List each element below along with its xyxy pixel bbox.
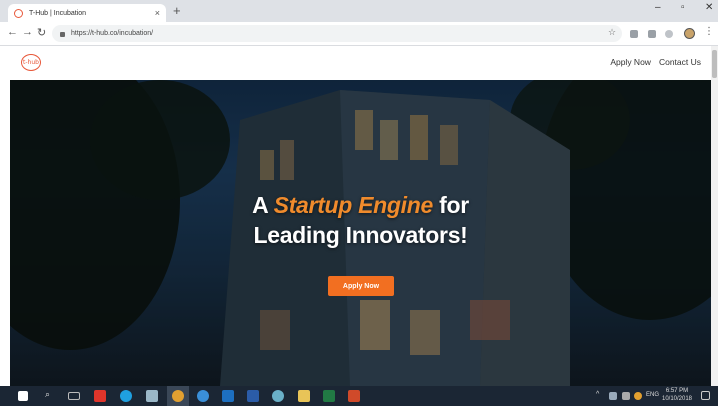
tab-title: T-Hub | Incubation xyxy=(29,9,87,17)
minimize-icon[interactable]: – xyxy=(655,2,661,13)
excel-icon[interactable] xyxy=(323,390,335,402)
network-icon[interactable] xyxy=(609,392,617,400)
address-bar[interactable]: https://t-hub.co/incubation/ xyxy=(52,25,622,42)
volume-icon[interactable] xyxy=(622,392,630,400)
close-window-icon[interactable]: ✕ xyxy=(705,2,713,13)
site-logo[interactable]: t-hub xyxy=(21,54,41,71)
url-text: https://t-hub.co/incubation/ xyxy=(71,30,154,37)
tab-close-icon[interactable]: × xyxy=(155,8,160,18)
language-indicator[interactable]: ENG xyxy=(646,392,659,398)
new-tab-button[interactable]: + xyxy=(173,4,181,18)
outlook-icon[interactable] xyxy=(222,390,234,402)
logo-text: t-hub xyxy=(23,59,39,66)
back-icon[interactable]: ← xyxy=(7,26,18,38)
extension-icon[interactable] xyxy=(648,30,656,38)
edge-icon[interactable] xyxy=(197,390,209,402)
maximize-icon[interactable]: ▫ xyxy=(681,2,685,13)
reload-icon[interactable]: ↻ xyxy=(37,26,46,39)
word-icon[interactable] xyxy=(247,390,259,402)
notification-icon[interactable] xyxy=(701,391,710,400)
browser-menu-icon[interactable]: ⋮ xyxy=(704,26,714,37)
powerpoint-icon[interactable] xyxy=(348,390,360,402)
task-view-icon[interactable] xyxy=(68,392,80,400)
search-icon[interactable]: ⌕ xyxy=(45,389,50,400)
app-icon[interactable] xyxy=(272,390,284,402)
windows-taskbar: ⌕ ^ ENG 6:57 PM 10/10/2018 xyxy=(0,386,718,406)
nav-apply-now[interactable]: Apply Now xyxy=(610,57,651,67)
site-nav: Apply Now Contact Us xyxy=(610,57,701,67)
skype-icon[interactable] xyxy=(120,390,132,402)
bookmark-star-icon[interactable]: ☆ xyxy=(608,27,616,38)
site-header: t-hub Apply Now Contact Us xyxy=(10,46,711,80)
extension-icon[interactable] xyxy=(630,30,638,38)
scrollbar-thumb[interactable] xyxy=(712,50,717,78)
pdf-reader-icon[interactable] xyxy=(94,390,106,402)
page-scrollbar[interactable] xyxy=(711,46,718,386)
windows-start-icon[interactable] xyxy=(18,391,28,401)
tray-app-icon[interactable] xyxy=(634,392,642,400)
favicon-icon xyxy=(14,8,23,18)
hero-title-suffix: for xyxy=(439,192,469,218)
apply-now-button[interactable]: Apply Now xyxy=(328,276,394,296)
browser-toolbar: ← → ↻ https://t-hub.co/incubation/ ☆ ⋮ xyxy=(0,22,718,46)
file-explorer-icon[interactable] xyxy=(298,390,310,402)
clock-date: 10/10/2018 xyxy=(661,396,693,402)
hero-section: A Startup Engine for Leading Innovators!… xyxy=(10,80,711,386)
hero-title-prefix: A xyxy=(252,192,268,218)
nav-contact-us[interactable]: Contact Us xyxy=(659,57,701,67)
lock-icon xyxy=(60,32,65,37)
browser-tab-strip: T-Hub | Incubation × + – ▫ ✕ xyxy=(0,0,718,22)
forward-icon[interactable]: → xyxy=(22,26,33,38)
app-icon[interactable] xyxy=(146,390,158,402)
hero-title-line2: Leading Innovators! xyxy=(253,222,468,248)
system-clock[interactable]: 6:57 PM 10/10/2018 xyxy=(660,387,694,403)
extension-icon[interactable] xyxy=(665,30,673,38)
hero-title-accent: Startup Engine xyxy=(273,192,434,218)
tray-chevron-icon[interactable]: ^ xyxy=(596,391,599,398)
browser-tab[interactable]: T-Hub | Incubation × xyxy=(8,4,166,22)
clock-time: 6:57 PM xyxy=(665,388,689,394)
hero-title: A Startup Engine for Leading Innovators! xyxy=(10,190,711,250)
profile-avatar[interactable] xyxy=(684,28,695,39)
chrome-icon[interactable] xyxy=(172,390,184,402)
